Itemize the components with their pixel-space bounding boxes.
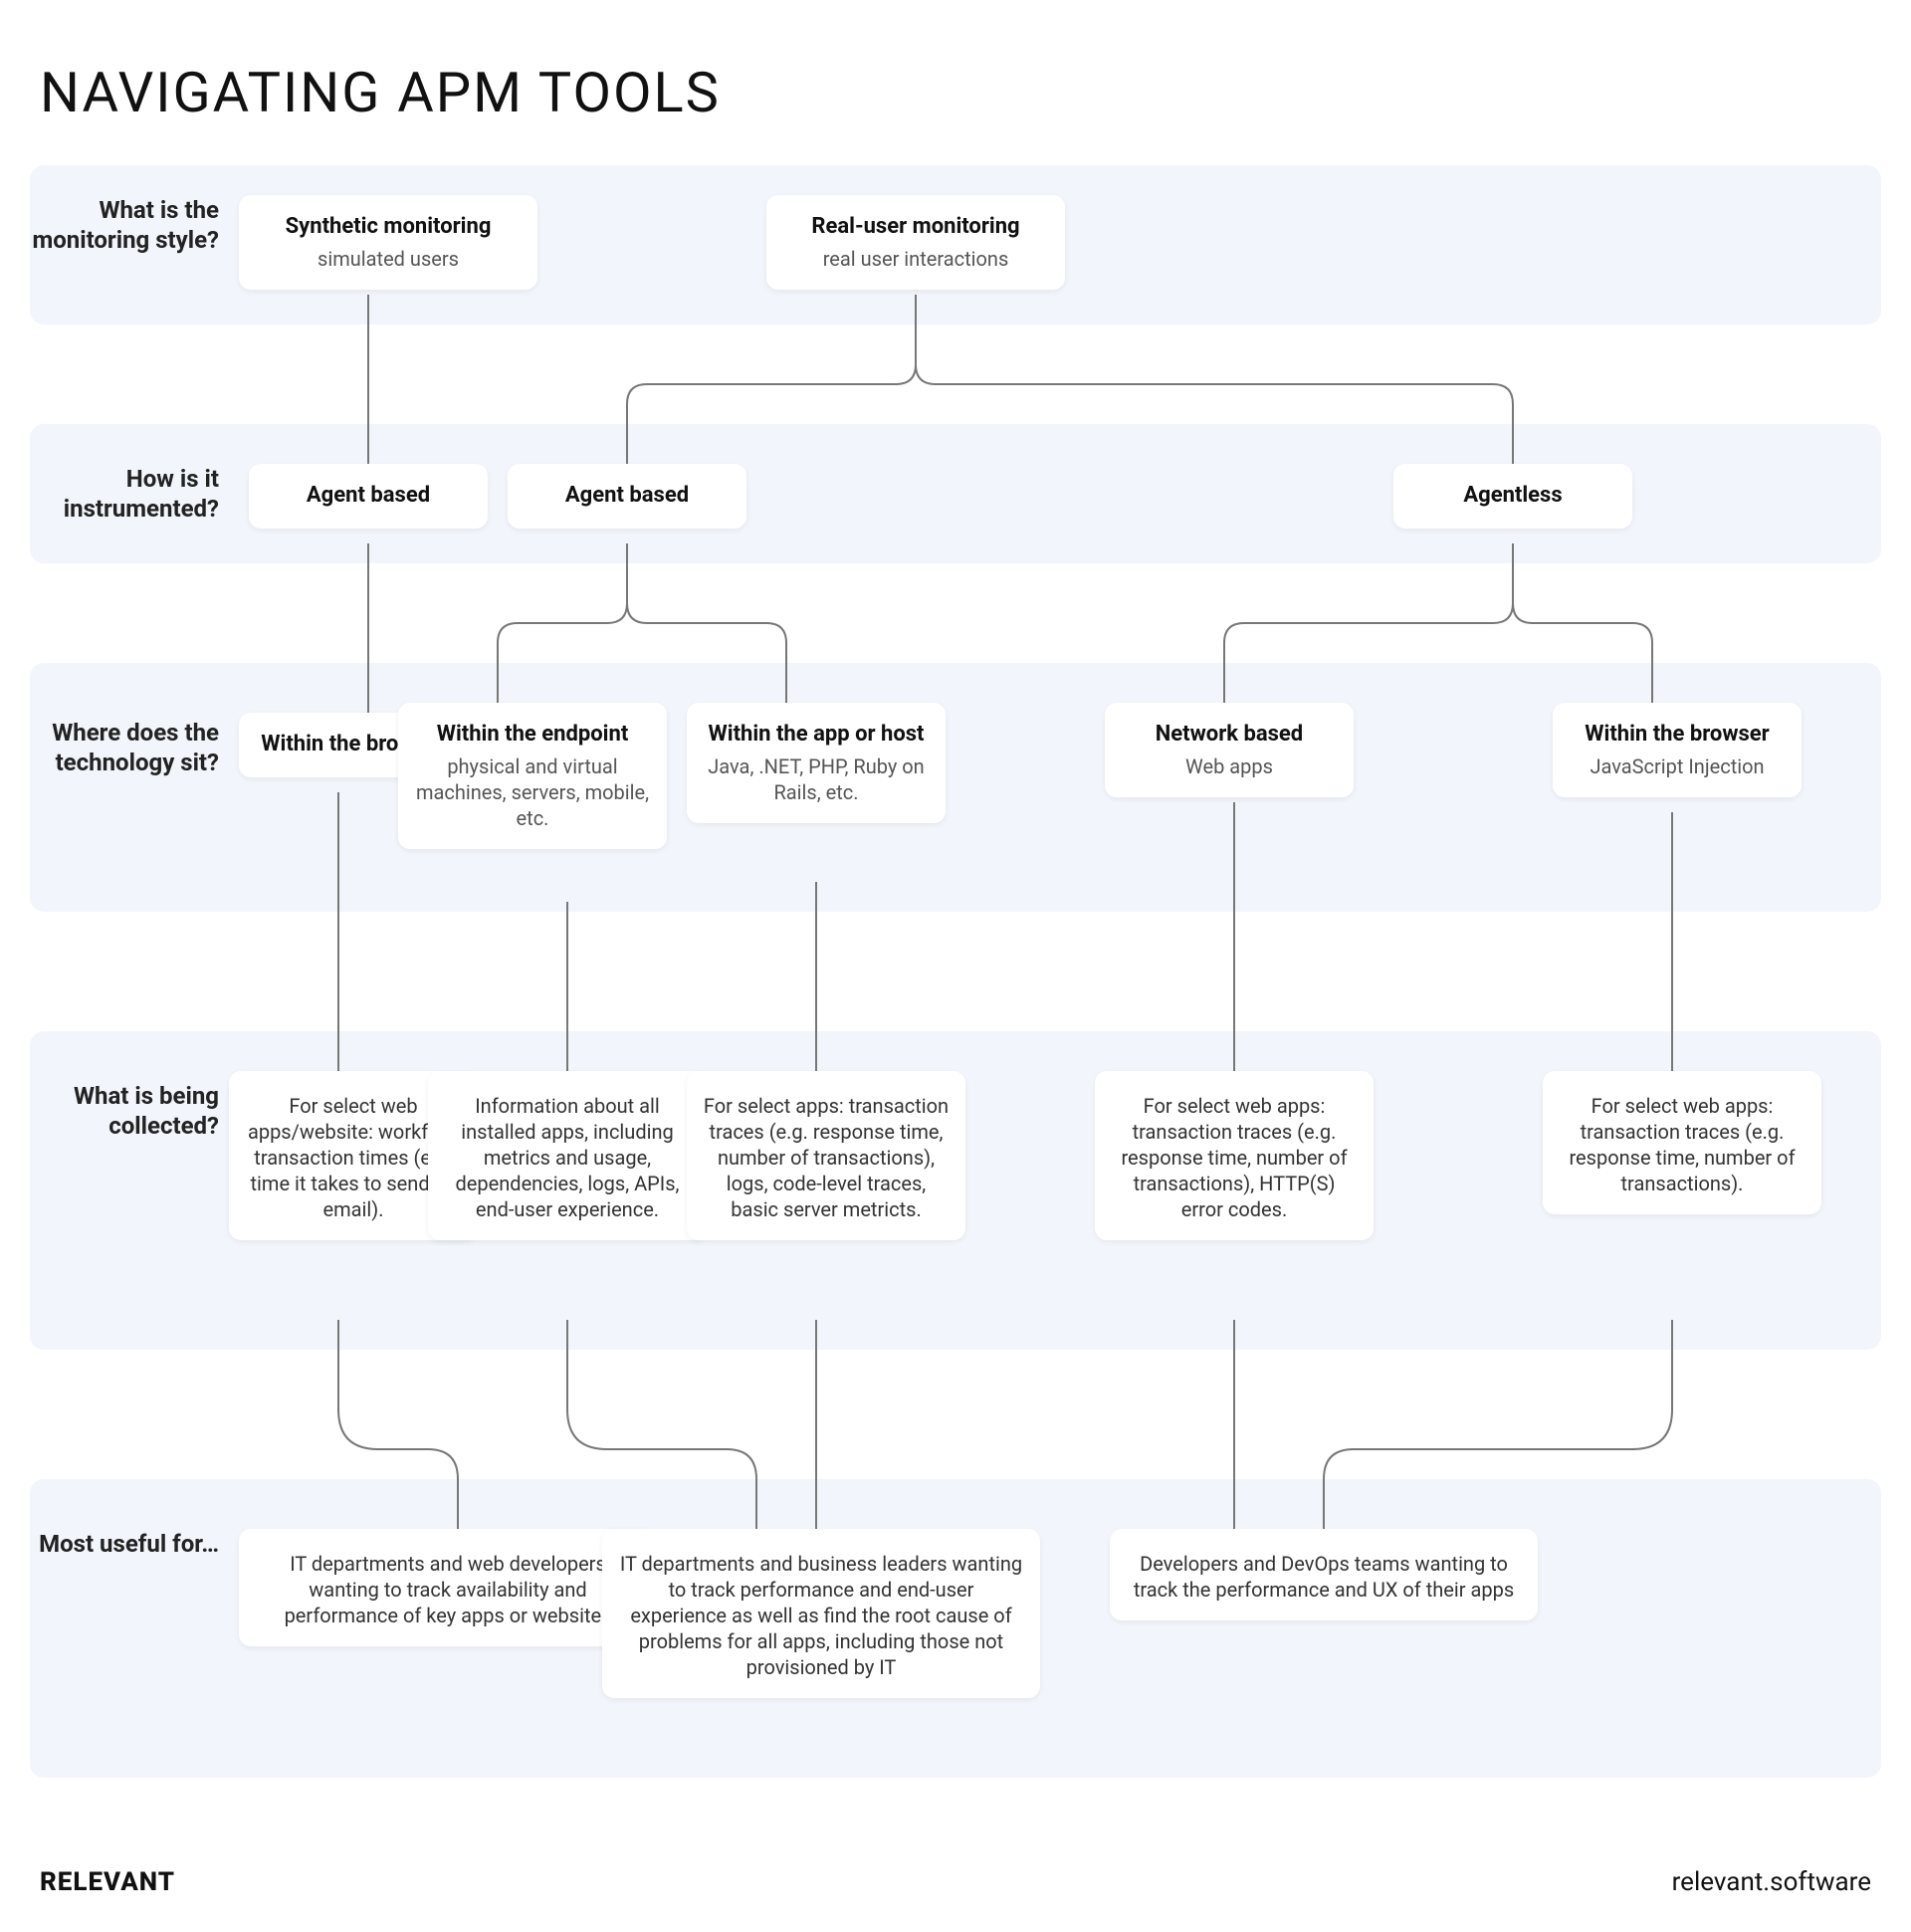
node-subtitle: real user interactions xyxy=(782,246,1049,272)
node-real-user-monitoring: Real-user monitoring real user interacti… xyxy=(766,195,1065,290)
footer-brand: RELEVANT xyxy=(40,1867,175,1897)
node-subtitle: Java, .NET, PHP, Ruby on Rails, etc. xyxy=(703,753,930,805)
node-text: For select apps: transaction traces (e.g… xyxy=(703,1093,950,1222)
node-title: Network based xyxy=(1121,721,1338,750)
node-title: Within the endpoint xyxy=(414,721,651,750)
node-useful-devops: Developers and DevOps teams wanting to t… xyxy=(1110,1529,1538,1620)
node-subtitle: simulated users xyxy=(255,246,522,272)
node-title: Real-user monitoring xyxy=(782,213,1049,242)
node-text: For select web apps: transaction traces … xyxy=(1559,1093,1805,1196)
row-question-2: How is it instrumented? xyxy=(30,464,219,524)
node-agent-based-rum: Agent based xyxy=(508,464,746,529)
node-agentless: Agentless xyxy=(1393,464,1632,529)
node-collected-network: For select web apps: transaction traces … xyxy=(1095,1071,1374,1240)
row-question-4: What is being collected? xyxy=(30,1081,219,1141)
node-collected-app-host: For select apps: transaction traces (e.g… xyxy=(687,1071,965,1240)
node-text: Developers and DevOps teams wanting to t… xyxy=(1126,1551,1522,1603)
node-text: IT departments and business leaders want… xyxy=(618,1551,1024,1680)
node-title: Agentless xyxy=(1409,482,1616,511)
row-question-5: Most useful for… xyxy=(30,1529,219,1559)
row-question-3: Where does the technology sit? xyxy=(30,718,219,777)
node-title: Synthetic monitoring xyxy=(255,213,522,242)
node-title: Agent based xyxy=(265,482,472,511)
page-title: NAVIGATING APM TOOLS xyxy=(40,60,1881,125)
footer-url: relevant.software xyxy=(1672,1867,1871,1897)
node-collected-endpoint: Information about all installed apps, in… xyxy=(428,1071,707,1240)
node-title: Within the app or host xyxy=(703,721,930,750)
node-title: Within the browser xyxy=(1569,721,1786,750)
node-network-based: Network based Web apps xyxy=(1105,703,1354,797)
node-useful-it-business: IT departments and business leaders want… xyxy=(602,1529,1040,1698)
node-synthetic-monitoring: Synthetic monitoring simulated users xyxy=(239,195,537,290)
node-text: IT departments and web developers wantin… xyxy=(255,1551,641,1628)
node-useful-it-webdev: IT departments and web developers wantin… xyxy=(239,1529,657,1646)
node-subtitle: physical and virtual machines, servers, … xyxy=(414,753,651,831)
node-collected-browser: For select web apps: transaction traces … xyxy=(1543,1071,1821,1214)
node-subtitle: Web apps xyxy=(1121,753,1338,779)
node-within-app-host: Within the app or host Java, .NET, PHP, … xyxy=(687,703,946,823)
node-subtitle: JavaScript Injection xyxy=(1569,753,1786,779)
diagram-canvas: What is the monitoring style? How is it … xyxy=(30,165,1881,1837)
node-within-browser-2: Within the browser JavaScript Injection xyxy=(1553,703,1802,797)
node-agent-based-synthetic: Agent based xyxy=(249,464,488,529)
node-title: Agent based xyxy=(524,482,731,511)
node-text: Information about all installed apps, in… xyxy=(444,1093,691,1222)
row-question-1: What is the monitoring style? xyxy=(30,195,219,255)
node-text: For select web apps: transaction traces … xyxy=(1111,1093,1358,1222)
footer: RELEVANT relevant.software xyxy=(30,1867,1881,1897)
node-within-endpoint: Within the endpoint physical and virtual… xyxy=(398,703,667,849)
